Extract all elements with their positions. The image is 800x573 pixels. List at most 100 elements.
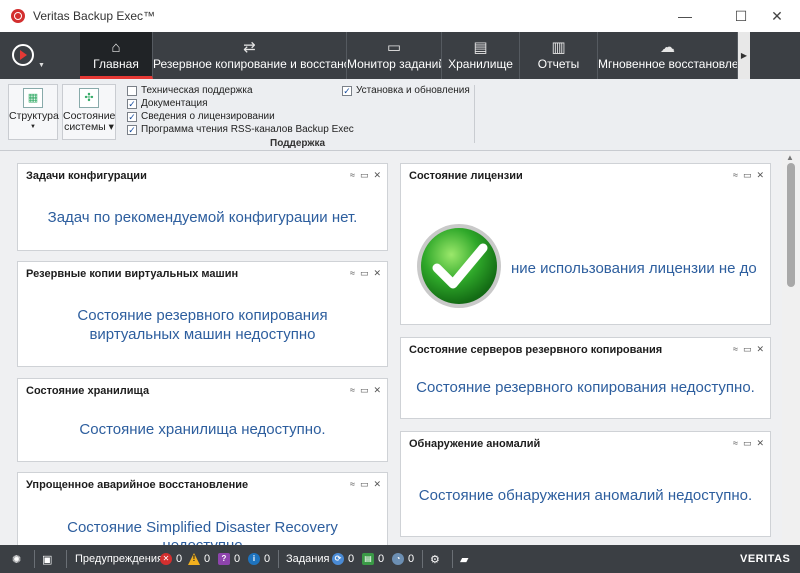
settings-gear-icon[interactable]: ⚙ [430,545,440,573]
close-icon[interactable]: ✕ [373,479,381,490]
collapse-icon[interactable]: ≈ [733,344,738,355]
maximize-icon[interactable]: ▭ [360,385,369,396]
ribbon-panel: ▦ Структура ▼ ✣ Состояние системы ▾ Техн… [0,79,800,151]
count: 0 [176,553,183,565]
job-monitor-icon: ▭ [386,39,402,56]
collapse-icon[interactable]: ≈ [350,268,355,279]
count: 0 [234,553,241,565]
collapse-icon[interactable]: ≈ [350,170,355,181]
backup-restore-icon: ⇄ [243,39,256,56]
close-icon[interactable]: ✕ [754,0,800,32]
server-icon[interactable]: ▰ [460,545,468,573]
card-tools: ≈ ▭ ✕ [350,170,381,181]
check-licensing[interactable]: ✓ Сведения о лицензировании [127,110,275,123]
check-documentation[interactable]: ✓ Документация [127,97,208,110]
tab-scroll-right-button[interactable]: ▶ [738,32,750,79]
home-dashboard: Задачи конфигурации ≈ ▭ ✕ Задач по рекомен… [0,151,800,545]
tab-backup-restore[interactable]: ⇄ Резервное копирование и восстанов [153,32,347,79]
card-title: Задачи конфигурации [26,170,147,182]
alert-attention-count[interactable]: ? 0 [218,545,240,573]
server-status-icon[interactable]: ✺ [12,545,21,573]
notes-icon[interactable]: ▣ [42,545,52,573]
maximize-icon[interactable]: ▭ [360,479,369,490]
onhold-jobs-icon: ◔ [392,553,404,565]
card-message: Состояние обнаружения аномалий недоступн… [418,487,753,504]
divider [422,550,423,568]
collapse-icon[interactable]: ≈ [733,170,738,181]
checkbox[interactable]: ✓ [127,111,137,122]
scrollbar-thumb[interactable] [787,163,795,287]
jobs-scheduled-count[interactable]: ▤ 0 [362,545,384,573]
check-install-updates[interactable]: ✓ Установка и обновления [342,84,470,97]
chevron-down-icon: ▼ [30,124,36,130]
count: 0 [348,553,355,565]
maximize-icon[interactable]: ▭ [360,268,369,279]
alert-warning-count[interactable]: ! 0 [188,545,210,573]
checkbox[interactable]: ✓ [127,98,137,109]
close-icon[interactable]: ✕ [756,438,764,449]
structure-button[interactable]: ▦ Структура ▼ [8,84,59,140]
tab-instant-recovery[interactable]: ☁ Мгновенное восстановлени [598,32,738,79]
card-title: Состояние лицензии [409,170,523,182]
collapse-icon[interactable]: ≈ [350,385,355,396]
license-ok-check-icon [417,224,501,308]
checkbox[interactable] [127,85,137,96]
close-icon[interactable]: ✕ [756,170,764,181]
attention-icon: ? [218,553,230,565]
alert-info-count[interactable]: i 0 [248,545,270,573]
checkbox[interactable]: ✓ [127,124,137,135]
collapse-icon[interactable]: ≈ [350,479,355,490]
check-label: Установка и обновления [356,85,470,96]
jobs-active-count[interactable]: ⟳ 0 [332,545,354,573]
tab-job-monitor[interactable]: ▭ Монитор заданий [347,32,442,79]
reports-icon: ▥ [551,39,566,56]
structure-label: Структура [9,110,59,122]
system-state-label-line2: системы [64,121,106,133]
minimize-icon[interactable]: — [662,0,708,32]
check-label: Сведения о лицензировании [141,111,275,122]
jobs-label[interactable]: Задания [286,545,329,573]
check-tech-support[interactable]: Техническая поддержка [127,84,253,97]
close-icon[interactable]: ✕ [373,385,381,396]
card-config-tasks: Задачи конфигурации ≈ ▭ ✕ Задач по рекомен… [17,163,388,251]
support-group-label: Поддержка [270,138,326,149]
card-backup-servers: Состояние серверов резервного копировани… [400,337,771,419]
collapse-icon[interactable]: ≈ [733,438,738,449]
card-license-state: Состояние лицензии ≈ ▭ ✕ ние использования… [400,163,771,325]
maximize-icon[interactable]: ▭ [743,344,752,355]
check-rss-reader[interactable]: ✓ Программа чтения RSS-каналов Backup Ex… [127,123,354,136]
count: 0 [264,553,271,565]
system-state-button[interactable]: ✣ Состояние системы ▾ [62,84,116,140]
tab-label: Отчеты [537,57,580,71]
maximize-icon[interactable]: ▭ [360,170,369,181]
tab-reports[interactable]: ▥ Отчеты [520,32,598,79]
window-title: Veritas Backup Exec™ [33,9,156,23]
tab-home[interactable]: ⌂ Главная [80,32,153,79]
card-title: Обнаружение аномалий [409,438,541,450]
tab-storage[interactable]: ▤ Хранилище [442,32,520,79]
close-icon[interactable]: ✕ [373,268,381,279]
jobs-onhold-count[interactable]: ◔ 0 [392,545,414,573]
divider [452,550,453,568]
alerts-label[interactable]: Предупреждения [75,545,163,573]
checkbox[interactable]: ✓ [342,85,352,96]
card-message: Состояние резервного копирования недосту… [416,379,755,396]
info-icon: i [248,553,260,565]
maximize-icon[interactable]: ▭ [743,170,752,181]
home-icon: ⌂ [111,39,121,56]
close-icon[interactable]: ✕ [373,170,381,181]
count: 0 [408,553,415,565]
layout-icon: ▦ [23,88,43,108]
vertical-scrollbar[interactable]: ▲ [782,151,800,545]
close-icon[interactable]: ✕ [756,344,764,355]
maximize-icon[interactable]: ▭ [743,438,752,449]
app-menu-button[interactable]: ▼ [8,40,45,72]
scroll-up-icon[interactable]: ▲ [786,153,794,162]
card-message-line1: Состояние резервного копирования [77,307,328,324]
title-bar: Veritas Backup Exec™ — ☐ ✕ [0,0,800,32]
alert-error-count[interactable]: ✕ 0 [160,545,182,573]
chevron-down-icon: ▼ [38,62,45,69]
tab-label: Главная [93,57,139,71]
check-label: Программа чтения RSS-каналов Backup Exec [141,124,354,135]
tab-label: Хранилище [448,57,513,71]
